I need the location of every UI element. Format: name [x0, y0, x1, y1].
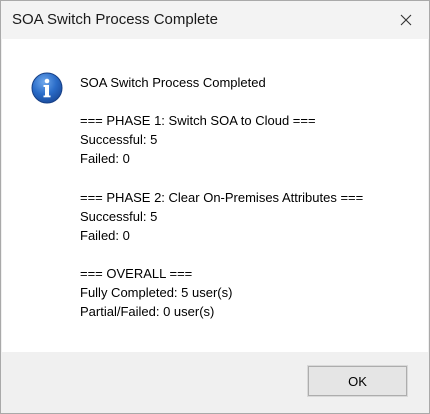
overall-fully-completed: Fully Completed: 5 user(s) — [80, 285, 233, 301]
ok-button[interactable]: OK — [307, 365, 408, 397]
close-button[interactable] — [383, 1, 429, 39]
message-heading: SOA Switch Process Completed — [80, 75, 266, 90]
overall-partial-failed: Partial/Failed: 0 user(s) — [80, 304, 215, 320]
close-icon — [400, 14, 412, 26]
phase1-failed: Failed: 0 — [80, 151, 130, 167]
overall-header: === OVERALL === — [80, 265, 193, 281]
phase1-successful: Successful: 5 — [80, 132, 158, 148]
phase2-failed: Failed: 0 — [80, 227, 130, 243]
title-bar[interactable]: SOA Switch Process Complete — [1, 1, 429, 39]
message-dialog: SOA Switch Process Complete SOA Switch P… — [0, 0, 430, 414]
phase2-header: === PHASE 2: Clear On-Premises Attribute… — [80, 189, 364, 205]
info-icon — [31, 72, 63, 104]
phase1-header: === PHASE 1: Switch SOA to Cloud === — [80, 113, 316, 129]
dialog-title: SOA Switch Process Complete — [12, 11, 218, 28]
phase2-successful: Successful: 5 — [80, 208, 158, 224]
message-text: SOA Switch Process Completed === PHASE 1… — [80, 73, 363, 321]
